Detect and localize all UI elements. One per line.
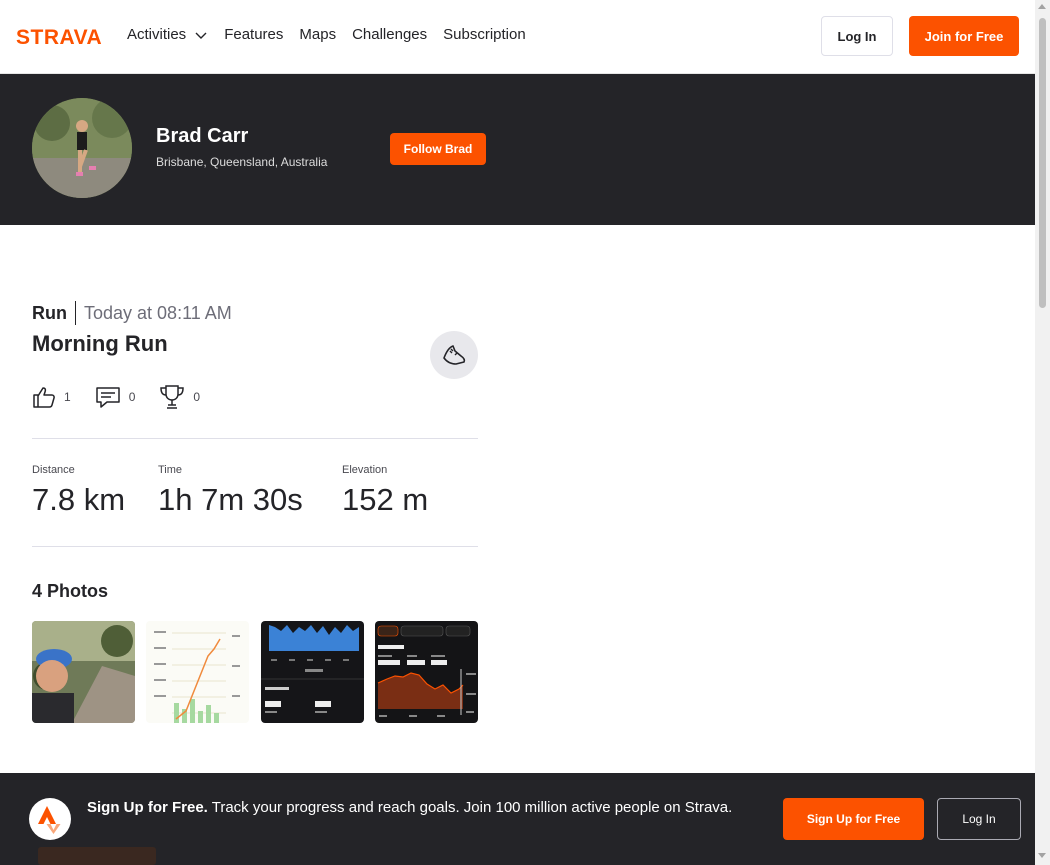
running-shoe-icon: [443, 345, 466, 365]
scroll-down-arrow-icon[interactable]: [1038, 853, 1046, 858]
chevron-down-icon: [195, 32, 207, 39]
photo-thumbnail[interactable]: [146, 621, 249, 723]
nav-features[interactable]: Features: [224, 26, 283, 43]
nav-maps[interactable]: Maps: [299, 26, 336, 43]
nav-challenges[interactable]: Challenges: [352, 26, 427, 43]
activity-type: Run: [32, 301, 76, 325]
banner-text: Sign Up for Free. Track your progress an…: [87, 799, 733, 816]
login-button[interactable]: Log In: [821, 16, 893, 56]
stat-time: Time 1h 7m 30s: [158, 464, 303, 517]
nav-links: Activities Features Maps Challenges Subs…: [127, 26, 542, 43]
activity-time: Today at 08:11 AM: [84, 303, 232, 323]
strava-logo[interactable]: STRAVA: [16, 26, 112, 46]
athlete-location: Brisbane, Queensland, Australia: [156, 155, 328, 169]
strava-mark-icon: [29, 798, 71, 840]
photos-title: 4 Photos: [32, 581, 109, 601]
kudos-button[interactable]: 1: [32, 385, 71, 409]
photo-thumbnail[interactable]: [375, 621, 478, 723]
divider: [32, 438, 478, 439]
signup-banner: Sign Up for Free. Track your progress an…: [0, 773, 1035, 865]
social-actions: 1 0 0: [32, 384, 224, 410]
comment-icon: [95, 387, 120, 408]
signup-button[interactable]: Sign Up for Free: [783, 798, 924, 840]
follow-button[interactable]: Follow Brad: [390, 133, 486, 165]
top-nav: STRAVA Activities Features Maps Challeng…: [0, 0, 1035, 74]
photo-thumbnail[interactable]: [261, 621, 364, 723]
activity-meta: Run Today at 08:11 AM: [32, 301, 232, 325]
kudos-count: 1: [64, 390, 71, 404]
nav-subscription[interactable]: Subscription: [443, 26, 526, 43]
scroll-thumb[interactable]: [1039, 18, 1046, 308]
comments-button[interactable]: 0: [95, 385, 136, 409]
achievements-button[interactable]: 0: [159, 384, 200, 410]
shoe-badge: [430, 331, 478, 379]
nav-activities[interactable]: Activities: [127, 26, 208, 43]
achievements-count: 0: [193, 390, 201, 404]
trophy-icon: [160, 385, 185, 409]
scrollbar[interactable]: [1035, 0, 1050, 865]
banner-login-button[interactable]: Log In: [937, 798, 1021, 840]
athlete-header: Brad Carr Brisbane, Queensland, Australi…: [0, 74, 1035, 225]
scroll-up-arrow-icon[interactable]: [1038, 4, 1046, 9]
avatar[interactable]: [32, 98, 132, 198]
banner-overflow: [38, 847, 156, 865]
join-button[interactable]: Join for Free: [909, 16, 1019, 56]
divider: [32, 546, 478, 547]
athlete-name[interactable]: Brad Carr: [156, 125, 248, 148]
thumbs-up-icon: [33, 387, 55, 408]
activity-name: Morning Run: [32, 331, 168, 356]
svg-text:STRAVA: STRAVA: [16, 26, 102, 46]
photo-thumbnail[interactable]: [32, 621, 135, 723]
comments-count: 0: [128, 390, 136, 404]
stat-elevation: Elevation 152 m: [342, 464, 429, 517]
stat-distance: Distance 7.8 km: [32, 464, 126, 517]
